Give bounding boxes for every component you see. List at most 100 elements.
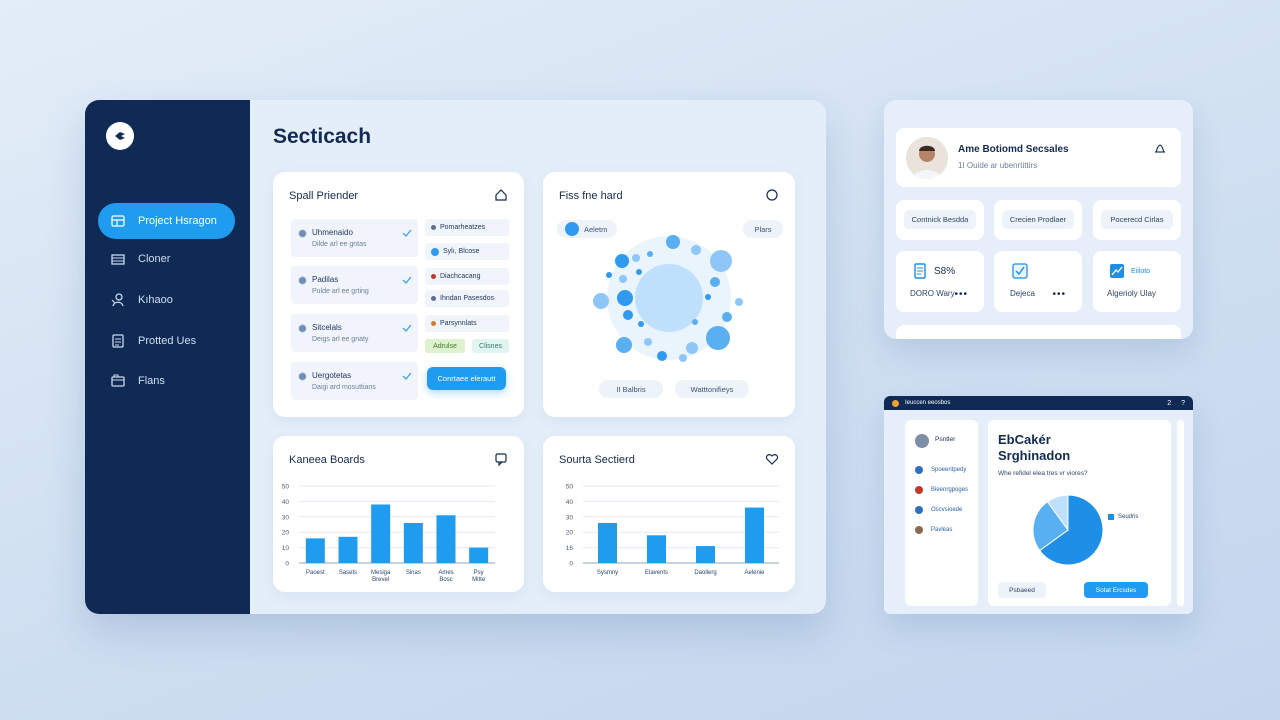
topbar-title: Ieuccen eeosbos — [905, 400, 951, 406]
x-tick-label: Aelenie — [744, 570, 765, 576]
sidebar-item-label: Project Hsragon — [138, 215, 217, 227]
dot-icon — [915, 486, 923, 494]
stat-label: Algerioly Ulay — [1107, 289, 1156, 298]
sidebar-item[interactable]: Pavleas — [915, 526, 952, 534]
bubble — [647, 251, 653, 257]
bubble-cluster — [593, 235, 743, 362]
bar — [436, 515, 456, 563]
list-item[interactable]: Uergotetas Daigi ard mosuttians — [291, 362, 418, 400]
scrollbar[interactable] — [1177, 420, 1184, 606]
panel-strip — [896, 325, 1181, 339]
sidebar-item-cloner[interactable]: Cloner — [98, 241, 235, 277]
bubble — [722, 312, 732, 322]
chip-button[interactable]: Contnick Besdda — [896, 200, 984, 240]
list-item-label: Sitcelals — [312, 323, 342, 332]
logo-icon — [115, 132, 125, 140]
bubble-card: Fiss fne hard Aeletm Plars II Balbris Wa… — [543, 172, 795, 417]
x-tick-label: Psy — [474, 570, 484, 576]
y-tick-label: 30 — [566, 514, 574, 521]
sidebar-item-flans[interactable]: Flans — [98, 363, 235, 399]
more-icon[interactable]: ••• — [1052, 289, 1066, 300]
sidebar-item[interactable]: Bieenrgpoges — [915, 486, 968, 494]
chip-label: Pocerecd Cirlas — [1101, 210, 1173, 229]
sidebar-item-kihaoo[interactable]: Kıhaoo — [98, 282, 235, 318]
list-item[interactable]: Padilas Pulde arl ee grting — [291, 266, 418, 304]
y-tick-label: 0 — [285, 561, 289, 568]
bubble — [606, 272, 612, 278]
tag-green[interactable]: Clisnes — [472, 339, 509, 353]
x-tick-label: Brevel — [372, 577, 389, 583]
tag-item[interactable]: Ihndan Pasesdos — [425, 290, 509, 307]
help-icon[interactable]: ? — [1181, 400, 1185, 407]
y-tick-label: 10 — [282, 545, 290, 552]
y-tick-label: 20 — [566, 530, 574, 537]
dot-icon — [915, 466, 923, 474]
bell-icon[interactable] — [1153, 142, 1167, 156]
primary-button[interactable]: Sotat Ercsdes — [1084, 582, 1148, 598]
stack-icon — [110, 251, 126, 267]
pill-label: II Balbris — [616, 384, 646, 394]
footer-pill[interactable]: Watttonifieys — [675, 380, 749, 398]
footer-pill[interactable]: II Balbris — [599, 380, 663, 398]
secondary-button[interactable]: Psbaeed — [998, 582, 1046, 598]
profile-subtitle: 1I Ouide ar ubenrtittirs — [958, 161, 1038, 170]
x-tick-label: Bosc — [439, 577, 452, 583]
stat-card[interactable]: S8% DORO Wary ••• — [896, 251, 984, 312]
dot-icon — [431, 247, 439, 256]
bar-chart-right: 0 16 20 30 40 50 Sysmny Elavents Daollerg Aelenie — [566, 484, 779, 576]
profile-name: Ame Botiomd Secsales — [958, 144, 1069, 155]
bar-chart-card-right: Sourta Sectierd 0 16 20 30 40 50 Sysmny Elavent… — [543, 436, 795, 592]
profile-panel: Ame Botiomd Secsales 1I Ouide ar ubenrti… — [884, 100, 1193, 339]
pie-chart — [1032, 494, 1104, 566]
x-tick-label: Mitte — [472, 577, 486, 583]
chip-label: Crecien Prodlaer — [1002, 210, 1074, 229]
stat-label: DORO Wary — [910, 289, 955, 298]
tag-green[interactable]: Adrulse — [425, 339, 465, 353]
list-item[interactable]: Sitcelals Deigs arl ee gnaty — [291, 314, 418, 352]
stat-value: S8% — [934, 266, 956, 277]
bar — [647, 535, 666, 563]
topbar-counter[interactable]: 2 — [1167, 400, 1171, 407]
list-item[interactable]: Uhmenaido Dilde arl ee gntas — [291, 219, 418, 257]
avatar — [906, 137, 948, 179]
avatar — [298, 324, 307, 333]
app-logo[interactable] — [106, 122, 134, 150]
bar — [371, 504, 391, 563]
bubble — [705, 294, 711, 300]
tag-item[interactable]: Parsynnlats — [425, 315, 509, 332]
chip-button[interactable]: Pocerecd Cirlas — [1093, 200, 1181, 240]
sidebar-item-project[interactable]: Project Hsragon — [98, 203, 235, 239]
stat-card[interactable]: Eiiloto Algerioly Ulay — [1093, 251, 1181, 312]
sidebar-item-protted[interactable]: Protted Ues — [98, 323, 235, 359]
document-icon — [110, 333, 126, 349]
pill-label: Watttonifieys — [690, 384, 734, 394]
stat-card[interactable]: Dejeca ••• — [994, 251, 1082, 312]
home-icon[interactable] — [494, 188, 508, 202]
file-icon — [914, 263, 926, 279]
main-window: Project Hsragon Cloner Kıhaoo Protted Ue… — [85, 100, 826, 614]
y-tick-label: 50 — [566, 484, 574, 491]
list-item-sub: Daigi ard mosuttians — [312, 384, 376, 391]
x-tick-label: Sasets — [339, 570, 357, 576]
bubble — [710, 277, 720, 287]
primary-action-button[interactable]: Conrtaee elerautt — [427, 367, 506, 390]
y-tick-label: 16 — [566, 545, 574, 552]
tag-item[interactable]: Sylı, Blcose — [425, 243, 509, 260]
tag-item[interactable]: Pomarheatzes — [425, 219, 509, 236]
list-item-label: Uergotetas — [312, 371, 352, 380]
bubble — [644, 338, 652, 346]
sidebar-item[interactable]: Spoeentpedy — [915, 466, 966, 474]
sidebar-item-label: Pavleas — [931, 527, 953, 533]
dot-icon — [431, 296, 436, 301]
sidebar-item-label: Oscvsioede — [931, 507, 963, 513]
dot-icon — [915, 526, 923, 534]
avatar — [298, 229, 307, 238]
avatar — [298, 372, 307, 381]
sidebar-item[interactable]: Oscvsioede — [915, 506, 962, 514]
bar — [338, 536, 358, 563]
tag-item[interactable]: Diachcacang — [425, 268, 509, 285]
chip-button[interactable]: Crecien Prodlaer — [994, 200, 1082, 240]
more-icon[interactable]: ••• — [954, 289, 968, 300]
dot-icon — [431, 274, 436, 279]
profile-card[interactable]: Ame Botiomd Secsales 1I Ouide ar ubenrti… — [896, 128, 1181, 187]
